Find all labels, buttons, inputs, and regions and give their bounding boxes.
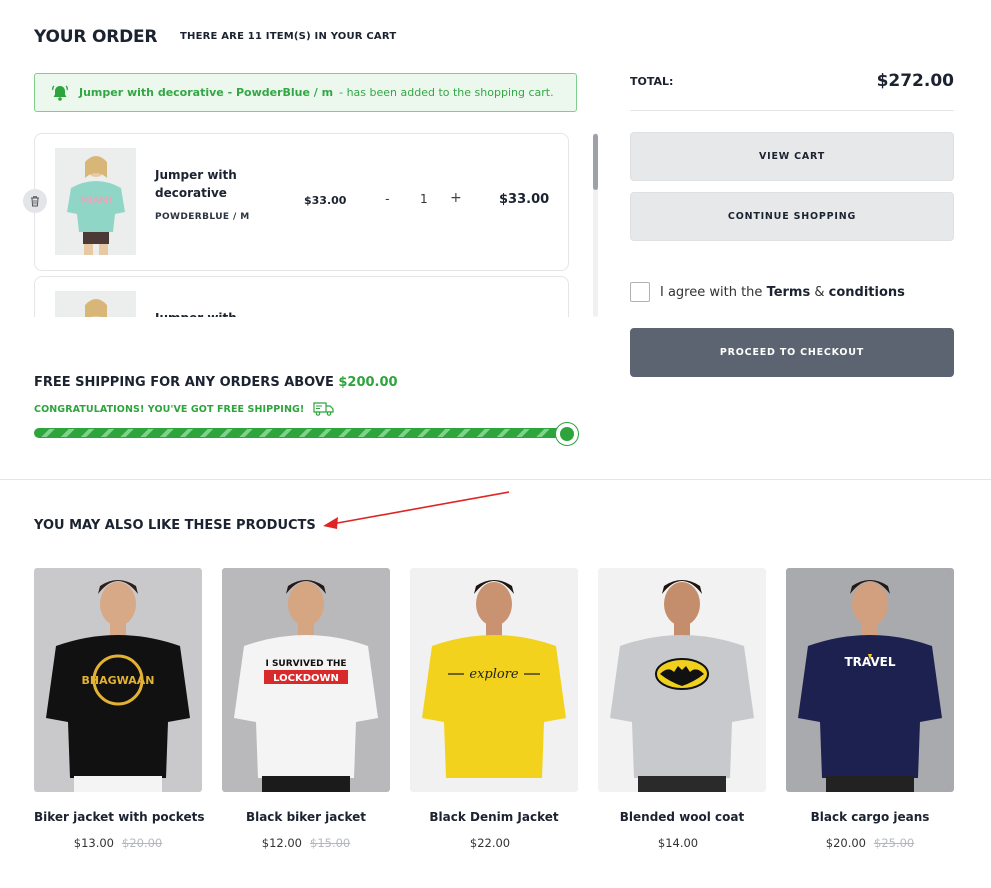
proceed-to-checkout-button[interactable]: PROCEED TO CHECKOUT: [630, 328, 954, 377]
qty-decrease-button[interactable]: -: [385, 192, 390, 207]
terms-agreement: I agree with the Terms & conditions: [630, 282, 905, 302]
product-prices: $14.00: [598, 836, 766, 850]
free-shipping-congrats: CONGRATULATIONS! YOU'VE GOT FREE SHIPPIN…: [34, 401, 335, 417]
product-card[interactable]: I SURVIVED THE LOCKDOWN Black biker jack…: [222, 568, 390, 850]
annotation-arrow: [323, 491, 510, 529]
product-image[interactable]: TRAVEL: [786, 568, 954, 792]
trash-icon: [31, 196, 39, 207]
svg-text:explore: explore: [469, 667, 519, 682]
product-image[interactable]: BHAGWAAN: [34, 568, 202, 792]
conditions-link[interactable]: conditions: [829, 285, 905, 300]
delete-item-button[interactable]: [23, 189, 47, 213]
product-name[interactable]: Black cargo jeans: [786, 810, 954, 824]
product-name[interactable]: Blended wool coat: [598, 810, 766, 824]
cart-item-variant: POWDERBLUE / M: [155, 212, 250, 222]
free-shipping-text: FREE SHIPPING FOR ANY ORDERS ABOVE: [34, 375, 334, 390]
qty-value[interactable]: 1: [420, 192, 428, 206]
product-image[interactable]: [598, 568, 766, 792]
cart-item-list[interactable]: MIAMI Jumper with decorative POWDERBLUE …: [34, 133, 570, 317]
product-old-price: $20.00: [122, 836, 163, 850]
shipping-progress-bar: [34, 428, 568, 438]
product-image[interactable]: explore: [410, 568, 578, 792]
total-value: $272.00: [876, 71, 954, 91]
cart-count: THERE ARE 11 ITEM(S) IN YOUR CART: [180, 31, 397, 42]
product-thumbnail[interactable]: MIAMI: [55, 148, 136, 255]
svg-text:LOCKDOWN: LOCKDOWN: [273, 673, 339, 684]
cart-item: Jumper with: [34, 276, 569, 317]
amp-text: &: [814, 284, 825, 300]
product-old-price: $25.00: [874, 836, 915, 850]
svg-text:I SURVIVED THE: I SURVIVED THE: [265, 659, 346, 669]
product-name[interactable]: Biker jacket with pockets: [34, 810, 204, 824]
bell-icon: [51, 84, 69, 102]
cart-scrollbar-thumb[interactable]: [593, 134, 598, 190]
added-to-cart-notice: Jumper with decorative - PowderBlue / m …: [34, 73, 577, 112]
product-card[interactable]: BHAGWAAN Biker jacket with pockets $13.0…: [34, 568, 204, 850]
product-name[interactable]: Black biker jacket: [222, 810, 390, 824]
free-shipping-threshold: $200.00: [338, 375, 398, 390]
svg-text:BHAGWAAN: BHAGWAAN: [81, 674, 154, 687]
qty-increase-button[interactable]: +: [450, 190, 462, 206]
product-price: $20.00: [825, 836, 866, 850]
product-card[interactable]: explore Black Denim Jacket $22.00: [410, 568, 578, 850]
cart-item: MIAMI Jumper with decorative POWDERBLUE …: [34, 133, 569, 271]
product-price: $22.00: [469, 836, 511, 850]
page-title: YOUR ORDER: [34, 27, 158, 47]
product-prices: $13.00 $20.00: [34, 836, 202, 850]
shipping-progress-knob: [555, 422, 579, 446]
cart-item-price: $33.00: [304, 194, 347, 207]
congrats-text: CONGRATULATIONS! YOU'VE GOT FREE SHIPPIN…: [34, 403, 305, 415]
notice-product: Jumper with decorative - PowderBlue / m: [79, 86, 334, 99]
product-card[interactable]: Blended wool coat $14.00: [598, 568, 766, 850]
product-price: $14.00: [657, 836, 699, 850]
cart-item-subtotal: $33.00: [499, 192, 550, 207]
terms-checkbox[interactable]: [630, 282, 650, 302]
product-prices: $12.00 $15.00: [222, 836, 390, 850]
product-image[interactable]: I SURVIVED THE LOCKDOWN: [222, 568, 390, 792]
section-divider: [0, 479, 991, 480]
product-prices: $20.00 $25.00: [786, 836, 954, 850]
total-label: TOTAL:: [630, 75, 674, 88]
view-cart-button[interactable]: VIEW CART: [630, 132, 954, 181]
product-thumbnail[interactable]: [55, 291, 136, 317]
product-name[interactable]: Black Denim Jacket: [410, 810, 578, 824]
product-card[interactable]: TRAVEL Black cargo jeans $20.00 $25.00: [786, 568, 954, 850]
agree-text: I agree with the: [660, 284, 763, 300]
product-price: $12.00: [261, 836, 302, 850]
cart-item-name[interactable]: Jumper with decorative: [155, 166, 265, 202]
product-old-price: $15.00: [310, 836, 351, 850]
terms-link[interactable]: Terms: [767, 285, 811, 300]
truck-icon: [313, 402, 334, 416]
product-prices: $22.00: [410, 836, 578, 850]
divider: [630, 110, 954, 111]
notice-message: - has been added to the shopping cart.: [339, 86, 554, 99]
related-products-heading: YOU MAY ALSO LIKE THESE PRODUCTS: [34, 518, 316, 533]
free-shipping-heading: FREE SHIPPING FOR ANY ORDERS ABOVE $200.…: [34, 375, 398, 390]
svg-text:MIAMI: MIAMI: [80, 196, 112, 206]
continue-shopping-button[interactable]: CONTINUE SHOPPING: [630, 192, 954, 241]
product-price: $13.00: [73, 836, 114, 850]
cart-item-name[interactable]: Jumper with: [155, 309, 265, 317]
